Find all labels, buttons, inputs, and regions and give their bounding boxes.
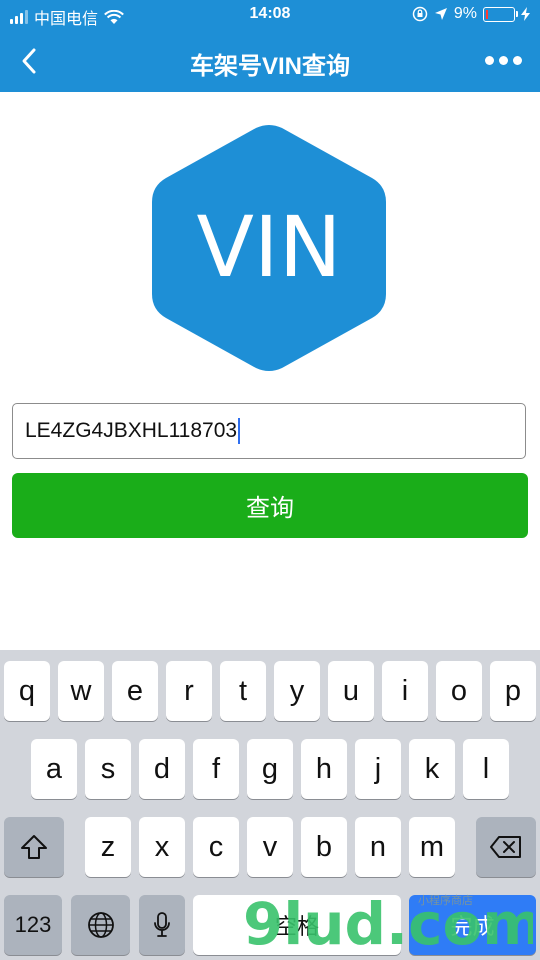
microphone-key[interactable] — [139, 895, 185, 955]
key-label: h — [315, 752, 333, 785]
key-h[interactable]: h — [301, 739, 347, 799]
text-cursor — [238, 418, 241, 444]
charging-bolt-icon — [521, 7, 530, 21]
key-label: m — [419, 830, 445, 863]
key-label: d — [153, 752, 171, 785]
key-v[interactable]: v — [247, 817, 293, 877]
key-label: z — [100, 830, 116, 863]
key-label: r — [184, 674, 194, 707]
battery-icon — [483, 6, 518, 22]
key-q[interactable]: q — [4, 661, 50, 721]
query-button-label: 查询 — [246, 495, 294, 522]
page-title: 车架号VIN查询 — [189, 53, 350, 80]
shift-key[interactable] — [4, 817, 64, 877]
numbers-key[interactable]: 123 — [4, 895, 62, 955]
key-n[interactable]: n — [355, 817, 401, 877]
key-label: a — [45, 752, 63, 785]
key-k[interactable]: k — [409, 739, 455, 799]
key-y[interactable]: y — [274, 661, 320, 721]
key-m[interactable]: m — [409, 817, 455, 877]
key-label: w — [70, 674, 92, 707]
key-label: v — [262, 830, 278, 863]
vin-logo-text: VIN — [196, 198, 341, 296]
battery-level — [486, 9, 488, 19]
key-label: u — [342, 674, 360, 707]
keyboard: q w e r t y u i o p a s d f g h j k l z … — [0, 650, 540, 960]
key-l[interactable]: l — [463, 739, 509, 799]
vin-input-field[interactable]: LE4ZG4JBXHL118703 — [12, 403, 526, 459]
query-button[interactable]: 查询 — [12, 473, 528, 538]
rotation-lock-icon — [412, 6, 428, 22]
navigation-bar: 车架号VIN查询 — [0, 30, 540, 92]
key-label: s — [100, 752, 116, 785]
key-label: o — [450, 674, 468, 707]
key-label: 完成 — [450, 914, 495, 939]
key-label: b — [315, 830, 333, 863]
key-label: 空格 — [274, 914, 319, 939]
key-label: n — [369, 830, 387, 863]
globe-key[interactable] — [71, 895, 130, 955]
key-label: j — [374, 752, 382, 785]
status-right: 9% — [412, 5, 530, 23]
backspace-key[interactable] — [476, 817, 536, 877]
key-label: q — [18, 674, 36, 707]
key-label: p — [504, 674, 522, 707]
backspace-icon — [490, 836, 521, 858]
key-g[interactable]: g — [247, 739, 293, 799]
key-u[interactable]: u — [328, 661, 374, 721]
key-z[interactable]: z — [85, 817, 131, 877]
key-label: y — [289, 674, 305, 707]
key-c[interactable]: c — [193, 817, 239, 877]
key-s[interactable]: s — [85, 739, 131, 799]
key-label: k — [424, 752, 440, 785]
key-b[interactable]: b — [301, 817, 347, 877]
key-e[interactable]: e — [112, 661, 158, 721]
status-bar: 中国电信 14:08 9% — [0, 0, 540, 30]
globe-icon — [87, 912, 114, 938]
key-a[interactable]: a — [31, 739, 77, 799]
location-arrow-icon — [434, 8, 447, 20]
key-label: e — [126, 674, 144, 707]
more-dots-icon[interactable] — [485, 56, 522, 65]
key-d[interactable]: d — [139, 739, 185, 799]
battery-percent: 9% — [453, 5, 477, 22]
key-label: t — [238, 674, 248, 707]
key-label: f — [211, 752, 221, 785]
key-t[interactable]: t — [220, 661, 266, 721]
key-i[interactable]: i — [382, 661, 428, 721]
key-o[interactable]: o — [436, 661, 482, 721]
space-key[interactable]: 空格 — [193, 895, 401, 955]
key-label: g — [261, 752, 279, 785]
key-w[interactable]: w — [58, 661, 104, 721]
vin-logo: VIN — [152, 125, 386, 371]
key-j[interactable]: j — [355, 739, 401, 799]
done-key[interactable]: 完成 — [409, 895, 536, 955]
shift-icon — [21, 835, 47, 859]
key-r[interactable]: r — [166, 661, 212, 721]
key-label: 123 — [14, 912, 52, 937]
microphone-icon — [154, 912, 170, 937]
key-label: c — [208, 830, 224, 863]
key-p[interactable]: p — [490, 661, 536, 721]
key-label: l — [482, 752, 490, 785]
key-label: i — [401, 674, 409, 707]
key-f[interactable]: f — [193, 739, 239, 799]
vin-input-value: LE4ZG4JBXHL118703 — [25, 419, 238, 442]
key-x[interactable]: x — [139, 817, 185, 877]
key-label: x — [154, 830, 170, 863]
